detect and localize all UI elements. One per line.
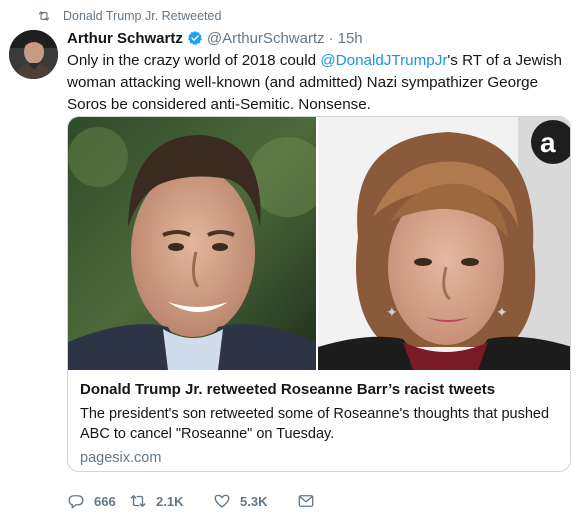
retweet-context-label: Donald Trump Jr. Retweeted [63,9,222,23]
tweet-actions: 666 2.1K 5.3K [67,491,324,511]
link-card[interactable]: a ✦ ✦ Donald Trump Jr. retweeted Roseann… [67,116,571,472]
card-domain[interactable]: pagesix.com [80,450,560,466]
reply-count: 666 [94,493,116,509]
verified-badge-icon [187,31,202,46]
retweet-count: 2.1K [156,493,184,509]
reply-icon [68,495,84,509]
card-image-man [68,117,316,370]
mention-link[interactable]: @DonaldJTrumpJr [320,52,447,69]
svg-text:a: a [540,127,556,158]
retweet-action-icon [130,495,146,507]
card-image-woman: a ✦ ✦ [316,117,570,370]
separator-dot: · [328,29,334,47]
direct-message-button[interactable] [297,492,324,510]
card-description: The president's son retweeted some of Ro… [80,406,550,442]
retweet-button[interactable]: 2.1K [129,492,213,510]
like-button[interactable]: 5.3K [213,492,297,510]
tweet-text: Only in the crazy world of 2018 could @D… [67,50,573,116]
heart-icon [214,494,230,508]
like-count: 5.3K [240,493,268,509]
timestamp[interactable]: 15h [338,30,363,47]
card-title[interactable]: Donald Trump Jr. retweeted Roseanne Barr… [80,380,560,400]
svg-text:✦: ✦ [496,304,508,320]
retweet-context[interactable]: Donald Trump Jr. Retweeted [37,7,221,25]
tweet-text-before: Only in the crazy world of 2018 could [67,52,321,69]
retweet-icon [38,11,50,21]
avatar[interactable] [9,30,58,79]
reply-button[interactable]: 666 [67,492,129,510]
card-images: a ✦ ✦ [68,117,570,370]
tweet: Arthur Schwartz @ArthurSchwartz · 15h On… [67,28,573,116]
display-name[interactable]: Arthur Schwartz [67,30,183,47]
svg-text:✦: ✦ [386,304,398,320]
envelope-icon [298,495,314,507]
tweet-header: Arthur Schwartz @ArthurSchwartz · 15h [67,28,573,48]
card-text: Donald Trump Jr. retweeted Roseanne Barr… [80,380,560,466]
handle[interactable]: @ArthurSchwartz [207,30,325,47]
